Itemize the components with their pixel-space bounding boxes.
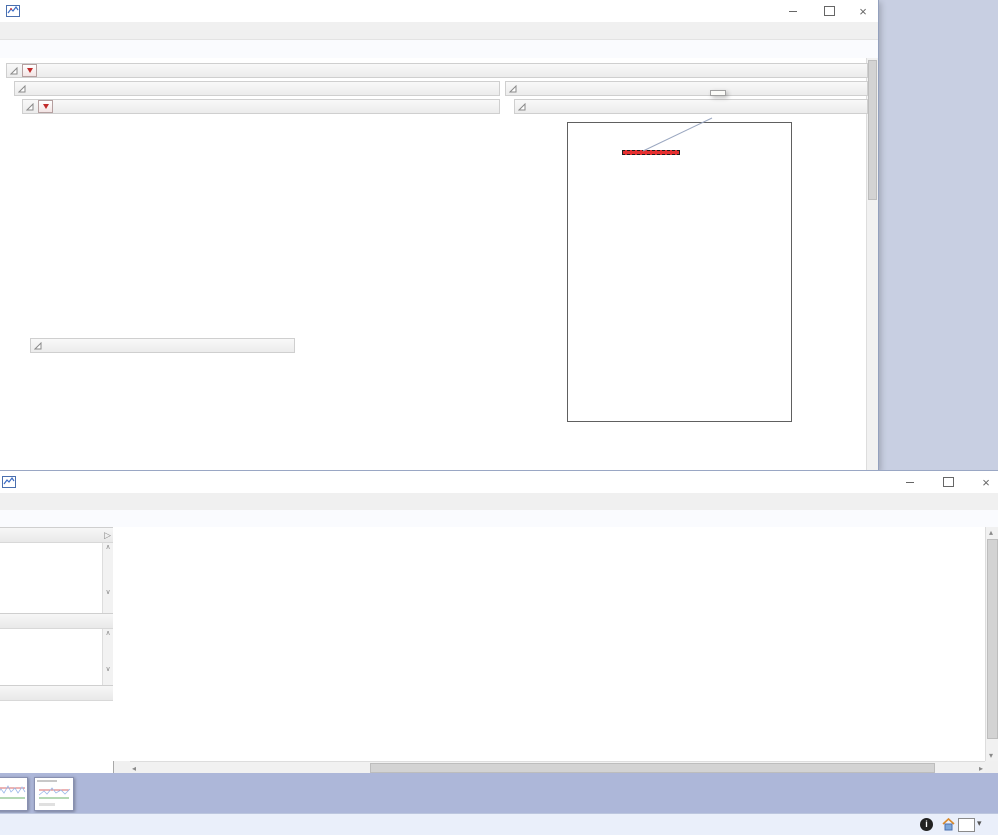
disclosure-triangle-icon[interactable]	[10, 66, 18, 75]
outline-diagnose[interactable]	[505, 81, 868, 96]
table-properties-list: ∧ ∨	[0, 543, 113, 613]
sidebar-rows-panel-header[interactable]	[0, 685, 113, 701]
scroll-up-icon[interactable]: ▴	[989, 528, 993, 537]
sidebar-table-panel-header[interactable]: ▷	[0, 527, 113, 543]
sidebar-mini-scrollbar[interactable]: ∧ ∨	[102, 543, 113, 613]
heatmap-selected-cell[interactable]	[622, 150, 680, 155]
report-window-titlebar[interactable]: ×	[0, 0, 878, 22]
table-menubar	[0, 493, 998, 511]
window-thumbnail[interactable]	[0, 777, 28, 811]
scroll-left-icon[interactable]: ◂	[132, 764, 136, 773]
outline-monitor[interactable]	[14, 81, 500, 96]
close-button[interactable]: ×	[846, 0, 880, 22]
minimize-button[interactable]	[776, 0, 810, 22]
jmp-app-icon	[2, 476, 16, 491]
red-menu-button[interactable]	[38, 100, 53, 113]
report-menubar	[0, 22, 878, 40]
info-icon[interactable]: i	[920, 818, 933, 831]
disclosure-triangle-icon[interactable]	[26, 102, 34, 111]
disclosure-triangle-icon[interactable]	[18, 84, 26, 93]
columns-list: ∧ ∨	[0, 629, 113, 685]
status-bar: i ▾	[0, 813, 998, 835]
red-menu-button[interactable]	[22, 64, 37, 77]
sidebar: ▷ ∧ ∨ ∧ ∨	[0, 527, 114, 773]
heatmap-tooltip	[710, 90, 726, 96]
table-window-titlebar[interactable]: ×	[0, 471, 998, 493]
scroll-right-icon[interactable]: ▸	[979, 764, 983, 773]
disclosure-triangle-icon[interactable]	[518, 102, 526, 111]
scroll-down-icon[interactable]: ▾	[989, 751, 993, 760]
sidebar-mini-scrollbar[interactable]: ∧ ∨	[102, 629, 113, 685]
window-thumbnail[interactable]	[34, 777, 74, 811]
disclosure-triangle-icon[interactable]	[509, 84, 517, 93]
data-grid-container	[113, 527, 985, 761]
heatmap-legend	[796, 118, 876, 318]
window-thumbnails-band	[0, 773, 998, 813]
panel-expand-icon[interactable]: ▷	[104, 530, 111, 541]
screen: × × ▷ ∧ ∨ ∧ ∨ ◂ ▸ ▴ ▾ i ▾	[0, 0, 998, 835]
jmp-app-icon	[6, 5, 20, 20]
disclosure-triangle-icon[interactable]	[34, 341, 42, 350]
report-toolbar	[0, 40, 878, 59]
outline-heatmap-section[interactable]	[514, 99, 868, 114]
window-list-button[interactable]	[958, 818, 975, 832]
rows-stats-list	[0, 701, 113, 773]
table-vscrollbar[interactable]: ▴ ▾	[985, 527, 998, 761]
outline-limit-summaries[interactable]	[30, 338, 295, 353]
maximize-button[interactable]	[812, 0, 846, 22]
t2-control-chart[interactable]	[28, 116, 428, 341]
minimize-button[interactable]	[893, 471, 927, 493]
outline-t2-section[interactable]	[22, 99, 500, 114]
data-table-window: × ▷ ∧ ∨ ∧ ∨ ◂ ▸ ▴ ▾ i ▾	[0, 470, 998, 835]
sidebar-columns-panel-header[interactable]	[0, 613, 113, 629]
close-button[interactable]: ×	[969, 471, 998, 493]
maximize-button[interactable]	[931, 471, 965, 493]
home-icon[interactable]	[941, 817, 956, 835]
status-dropdown-icon[interactable]: ▾	[977, 818, 982, 829]
outline-pca-root[interactable]	[6, 63, 868, 78]
report-window: ×	[0, 0, 879, 471]
